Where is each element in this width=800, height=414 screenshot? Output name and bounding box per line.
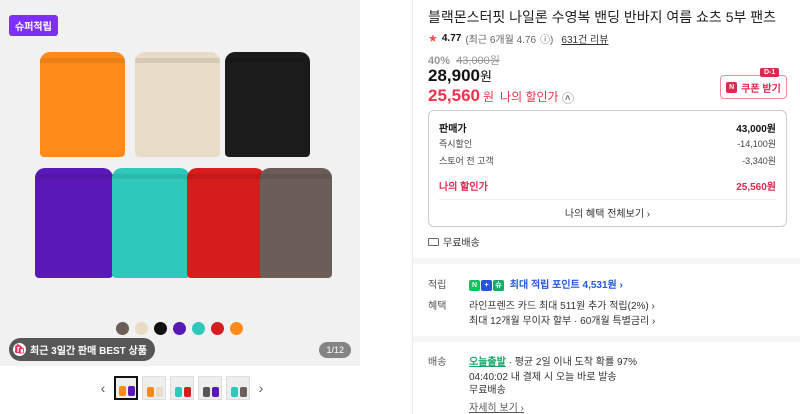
color-swatch[interactable] [116, 322, 129, 335]
rating-recent: (최근 6개월 4.76 [465, 35, 537, 46]
my-price-unit: 원 [483, 90, 495, 104]
short-pants-image [35, 168, 113, 278]
pricebox-label: 판매가 [439, 124, 467, 135]
my-price-label: 나의 할인가 [500, 90, 559, 104]
panel-divider [412, 0, 413, 414]
short-pants-image [187, 168, 265, 278]
image-page-indicator: 1/12 [319, 342, 351, 358]
my-discount-price: 25,560 원 나의 할인가 ˄ [428, 86, 574, 106]
thumbnail-4[interactable] [198, 376, 222, 400]
npay-icon: N + 슈 [469, 279, 504, 291]
benefit-label: 혜택 [428, 301, 447, 312]
short-pants-image [225, 52, 310, 157]
benefit-line-1-text: 라인프렌즈 카드 최대 511원 추가 적립(2%) [469, 301, 649, 312]
short-pants-image [40, 52, 125, 157]
points-value: 최대 적립 포인트 4,531원 [509, 280, 617, 291]
star-icon: ★ [428, 33, 438, 45]
details-link[interactable]: 자세히 보기 › [469, 399, 524, 414]
product-image [30, 40, 332, 285]
divider [439, 199, 776, 200]
sale-price-value: 28,900 [428, 66, 480, 85]
today-dispatch-desc: · 평균 2일 이내 도착 확률 97% [508, 357, 637, 368]
color-swatch[interactable] [211, 322, 224, 335]
rating-value: 4.77 [441, 33, 462, 44]
cart-icon: 🛍 [13, 343, 26, 356]
points-value-row[interactable]: N + 슈 최대 적립 포인트 4,531원 › [469, 276, 623, 291]
info-icon[interactable]: ⓘ) [540, 31, 553, 46]
thumbnail-1[interactable] [114, 376, 138, 400]
thumbnail-5[interactable] [226, 376, 250, 400]
points-label: 적립 [428, 280, 447, 291]
sale-price: 28,900원 [428, 66, 492, 86]
thumbnail-strip: ‹ › [96, 376, 268, 400]
color-swatch[interactable] [192, 322, 205, 335]
rating-row: ★ 4.77 (최근 6개월 4.76 ⓘ) 631건 리뷰 [428, 31, 608, 46]
color-swatch[interactable] [230, 322, 243, 335]
details-link-text: 자세히 보기 [469, 403, 518, 414]
product-page: 슈퍼적립 🛍 최근 3일간 판매 BEST 상품 1/12 ‹ › 블랙몬스터핏… [0, 0, 800, 414]
chevron-right-icon[interactable]: › [254, 380, 268, 396]
my-price-value: 25,560 [428, 86, 480, 105]
pricebox-value: -14,100원 [737, 139, 776, 149]
short-pants-image [112, 168, 190, 278]
pricebox-label: 스토어 전 고객 [439, 156, 494, 166]
chevron-left-icon[interactable]: ‹ [96, 380, 110, 396]
short-pants-image [135, 52, 220, 157]
sale-price-unit: 원 [480, 69, 492, 84]
naver-icon: N [726, 81, 738, 93]
review-count-link[interactable]: 631건 리뷰 [561, 31, 608, 46]
benefit-line-2-text: 최대 12개월 무이자 할부 · 60개월 특별금리 [469, 316, 650, 327]
best-seller-label: 최근 3일간 판매 BEST 상품 [30, 346, 147, 357]
delivery-today-row: 오늘출발 · 평균 2일 이내 도착 확률 97% [469, 353, 637, 368]
pricebox-total-value: 25,560원 [736, 182, 776, 193]
pricebox-row: 스토어 전 고객 -3,340원 [439, 154, 776, 167]
free-shipping-label: 무료배송 [443, 238, 480, 249]
pricebox-row: 즉시할인 -14,100원 [439, 137, 776, 150]
thumbnail-2[interactable] [142, 376, 166, 400]
super-points-badge: 슈퍼적립 [9, 15, 58, 36]
view-all-benefits-label: 나의 혜택 전체보기 [564, 209, 645, 220]
delivery-free: 무료배송 [469, 385, 506, 396]
section-divider [413, 258, 800, 264]
coupon-dday-badge: D-1 [760, 68, 780, 77]
view-all-benefits-button[interactable]: 나의 혜택 전체보기 › [429, 205, 786, 220]
delivery-label: 배송 [428, 357, 447, 368]
price-breakdown-box: 판매가 43,000원 즉시할인 -14,100원 스토어 전 고객 -3,34… [428, 110, 787, 227]
thumbnail-3[interactable] [170, 376, 194, 400]
color-swatch[interactable] [173, 322, 186, 335]
short-pants-image [260, 168, 332, 278]
free-shipping-row: 무료배송 [428, 234, 480, 249]
benefit-line-1[interactable]: 라인프렌즈 카드 최대 511원 추가 적립(2%) › [469, 297, 655, 312]
pricebox-total-row: 나의 할인가 25,560원 [439, 178, 776, 193]
color-swatch[interactable] [135, 322, 148, 335]
chevron-up-icon[interactable]: ˄ [561, 92, 574, 104]
pricebox-label: 즉시할인 [439, 139, 473, 149]
pricebox-value: -3,340원 [742, 156, 776, 166]
truck-icon [428, 237, 439, 246]
color-swatch[interactable] [154, 322, 167, 335]
product-image-gallery[interactable]: 슈퍼적립 🛍 최근 3일간 판매 BEST 상품 1/12 [0, 0, 360, 366]
color-swatches [116, 322, 243, 335]
benefit-line-2[interactable]: 최대 12개월 무이자 할부 · 60개월 특별금리 › [469, 312, 655, 327]
best-seller-pill: 🛍 최근 3일간 판매 BEST 상품 [9, 338, 155, 361]
coupon-label: 쿠폰 받기 [741, 83, 781, 95]
coupon-button[interactable]: N 쿠폰 받기 [720, 75, 787, 99]
pricebox-row: 판매가 43,000원 [439, 120, 776, 135]
section-divider [413, 336, 800, 342]
today-dispatch-link[interactable]: 오늘출발 [469, 357, 506, 368]
pricebox-value: 43,000원 [736, 124, 776, 135]
pricebox-total-label: 나의 할인가 [439, 182, 488, 193]
product-title: 블랙몬스터핏 나일론 수영복 밴딩 반바지 여름 쇼츠 5부 팬츠 [428, 9, 777, 25]
